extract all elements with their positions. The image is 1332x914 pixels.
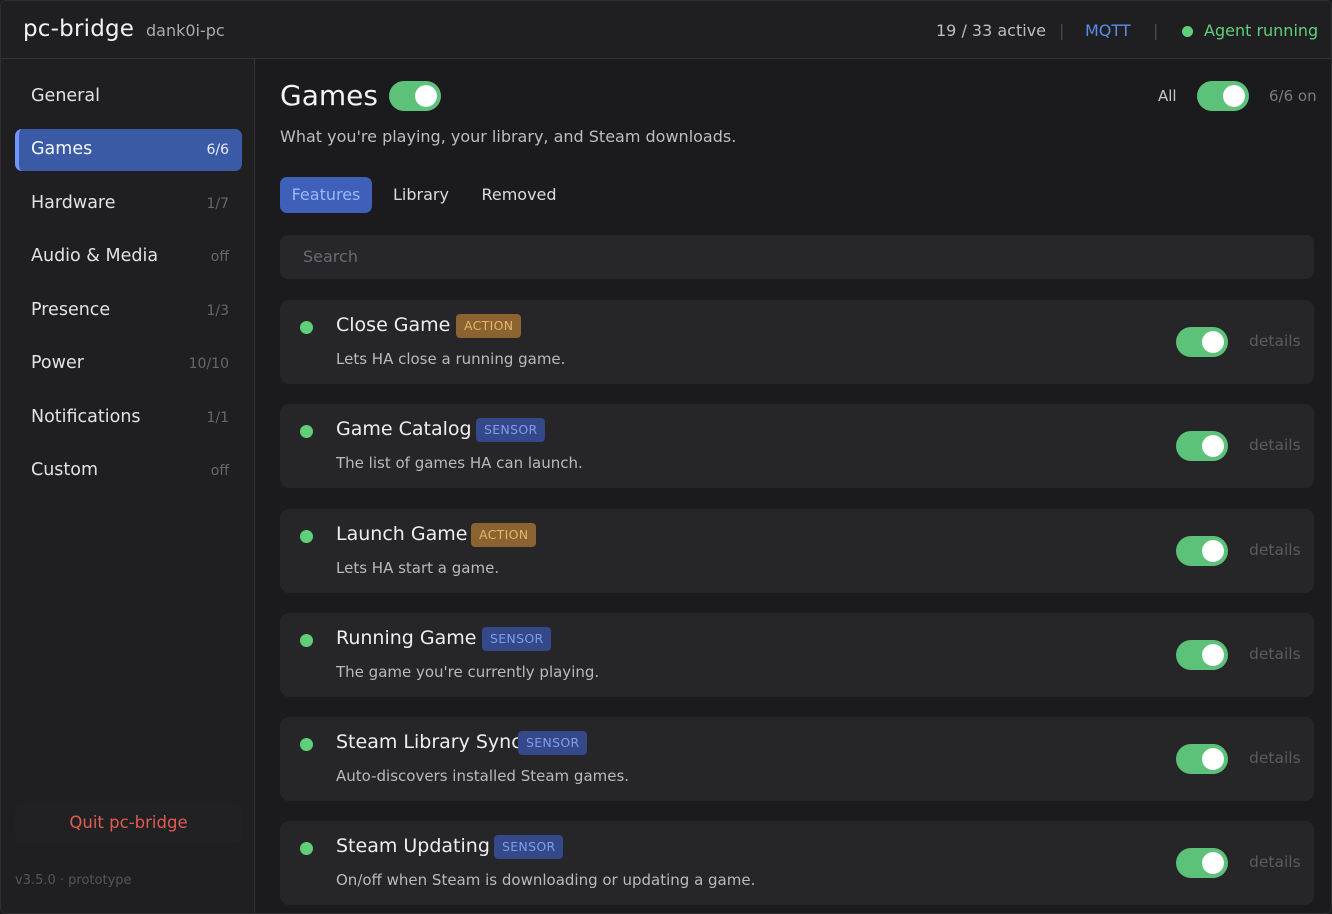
feature-card: Game Catalog SENSOR The list of games HA…	[280, 404, 1314, 488]
feature-name: Running Game	[336, 627, 477, 649]
feature-card: Steam Updating SENSOR On/off when Steam …	[280, 821, 1314, 905]
app-title: pc-bridge	[23, 16, 135, 42]
feature-toggle[interactable]	[1176, 744, 1228, 774]
feature-description: On/off when Steam is downloading or upda…	[336, 871, 756, 889]
status-dot-icon	[300, 425, 313, 438]
status-dot-icon	[300, 321, 313, 334]
main-panel: Games What you're playing, your library,…	[256, 59, 1331, 913]
sidebar-item-count: 1/1	[206, 410, 229, 426]
sidebar-item-hardware[interactable]: Hardware 1/7	[15, 183, 242, 225]
version-label: v3.5.0 · prototype	[15, 873, 132, 888]
status-dot-icon	[300, 634, 313, 647]
feature-card: Launch Game ACTION Lets HA start a game.…	[280, 509, 1314, 593]
type-badge: SENSOR	[494, 835, 564, 859]
sidebar-item-count: 6/6	[206, 142, 229, 158]
type-badge: SENSOR	[476, 418, 546, 442]
feature-name: Launch Game	[336, 523, 468, 545]
details-link[interactable]: details	[1249, 436, 1301, 454]
sidebar-item-audio-media[interactable]: Audio & Media off	[15, 236, 242, 278]
sidebar: General Games 6/6 Hardware 1/7 Audio & M…	[1, 59, 255, 913]
status-dot-icon	[1182, 26, 1193, 37]
search-input[interactable]: Search	[280, 235, 1314, 279]
sidebar-item-general[interactable]: General	[15, 76, 242, 118]
divider: |	[1059, 21, 1065, 40]
sidebar-item-label: Presence	[31, 300, 111, 320]
sidebar-item-count: off	[210, 249, 229, 265]
sidebar-item-label: Custom	[31, 460, 99, 480]
sidebar-item-notifications[interactable]: Notifications 1/1	[15, 397, 242, 439]
feature-card: Running Game SENSOR The game you're curr…	[280, 613, 1314, 697]
sidebar-item-games[interactable]: Games 6/6	[15, 129, 242, 171]
feature-toggle[interactable]	[1176, 640, 1228, 670]
search-placeholder: Search	[303, 247, 358, 266]
sidebar-item-label: Power	[31, 353, 84, 373]
status-dot-icon	[300, 842, 313, 855]
feature-description: Auto-discovers installed Steam games.	[336, 767, 630, 785]
sidebar-item-label: General	[31, 86, 100, 106]
tab-features[interactable]: Features	[280, 177, 372, 213]
feature-description: Lets HA start a game.	[336, 559, 500, 577]
feature-name: Game Catalog	[336, 418, 472, 440]
sidebar-item-count: 1/7	[206, 196, 229, 212]
feature-description: Lets HA close a running game.	[336, 350, 566, 368]
toggle-knob	[1202, 435, 1224, 457]
feature-card: Close Game ACTION Lets HA close a runnin…	[280, 300, 1314, 384]
all-toggle-label: All	[1158, 87, 1177, 105]
tab-removed[interactable]: Removed	[470, 177, 568, 213]
sidebar-item-presence[interactable]: Presence 1/3	[15, 290, 242, 332]
sidebar-item-count: 1/3	[206, 303, 229, 319]
agent-status: Agent running	[1204, 21, 1319, 40]
feature-toggle[interactable]	[1176, 848, 1228, 878]
quit-button-label: Quit pc-bridge	[69, 813, 188, 832]
mqtt-link[interactable]: MQTT	[1085, 21, 1131, 40]
toggle-knob	[1202, 540, 1224, 562]
sidebar-item-label: Games	[31, 139, 93, 159]
page-title: Games	[280, 79, 378, 112]
sidebar-item-label: Hardware	[31, 193, 116, 213]
quit-button[interactable]: Quit pc-bridge	[15, 803, 242, 843]
feature-description: The list of games HA can launch.	[336, 454, 583, 472]
sidebar-item-label: Audio & Media	[31, 246, 159, 266]
top-bar: pc-bridge dank0i-pc 19 / 33 active | MQT…	[1, 1, 1331, 59]
type-badge: SENSOR	[518, 731, 588, 755]
details-link[interactable]: details	[1249, 749, 1301, 767]
feature-toggle[interactable]	[1176, 431, 1228, 461]
all-toggle[interactable]	[1197, 81, 1249, 111]
feature-description: The game you're currently playing.	[336, 663, 600, 681]
active-count: 19 / 33 active	[936, 21, 1046, 40]
toggle-knob	[1223, 85, 1245, 107]
type-badge: SENSOR	[482, 627, 552, 651]
toggle-knob	[1202, 852, 1224, 874]
sidebar-item-custom[interactable]: Custom off	[15, 450, 242, 492]
details-link[interactable]: details	[1249, 332, 1301, 350]
sidebar-item-count: off	[210, 463, 229, 479]
type-badge: ACTION	[471, 523, 537, 547]
feature-toggle[interactable]	[1176, 536, 1228, 566]
enabled-count: 6/6 on	[1269, 87, 1317, 105]
status-dot-icon	[300, 738, 313, 751]
app-window: pc-bridge dank0i-pc 19 / 33 active | MQT…	[0, 0, 1332, 914]
toggle-knob	[415, 85, 437, 107]
sidebar-item-power[interactable]: Power 10/10	[15, 343, 242, 385]
details-link[interactable]: details	[1249, 541, 1301, 559]
divider: |	[1153, 21, 1159, 40]
status-dot-icon	[300, 530, 313, 543]
type-badge: ACTION	[456, 314, 522, 338]
toggle-knob	[1202, 331, 1224, 353]
feature-name: Close Game	[336, 314, 451, 336]
sidebar-item-count: 10/10	[188, 356, 229, 372]
details-link[interactable]: details	[1249, 853, 1301, 871]
category-toggle[interactable]	[389, 81, 441, 111]
feature-toggle[interactable]	[1176, 327, 1228, 357]
feature-name: Steam Updating	[336, 835, 490, 857]
host-name: dank0i-pc	[146, 21, 225, 40]
feature-name: Steam Library Sync	[336, 731, 522, 753]
toggle-knob	[1202, 644, 1224, 666]
tab-library[interactable]: Library	[384, 177, 458, 213]
toggle-knob	[1202, 748, 1224, 770]
details-link[interactable]: details	[1249, 645, 1301, 663]
sidebar-item-label: Notifications	[31, 407, 141, 427]
feature-card: Steam Library Sync SENSOR Auto-discovers…	[280, 717, 1314, 801]
page-subtitle: What you're playing, your library, and S…	[280, 127, 737, 146]
